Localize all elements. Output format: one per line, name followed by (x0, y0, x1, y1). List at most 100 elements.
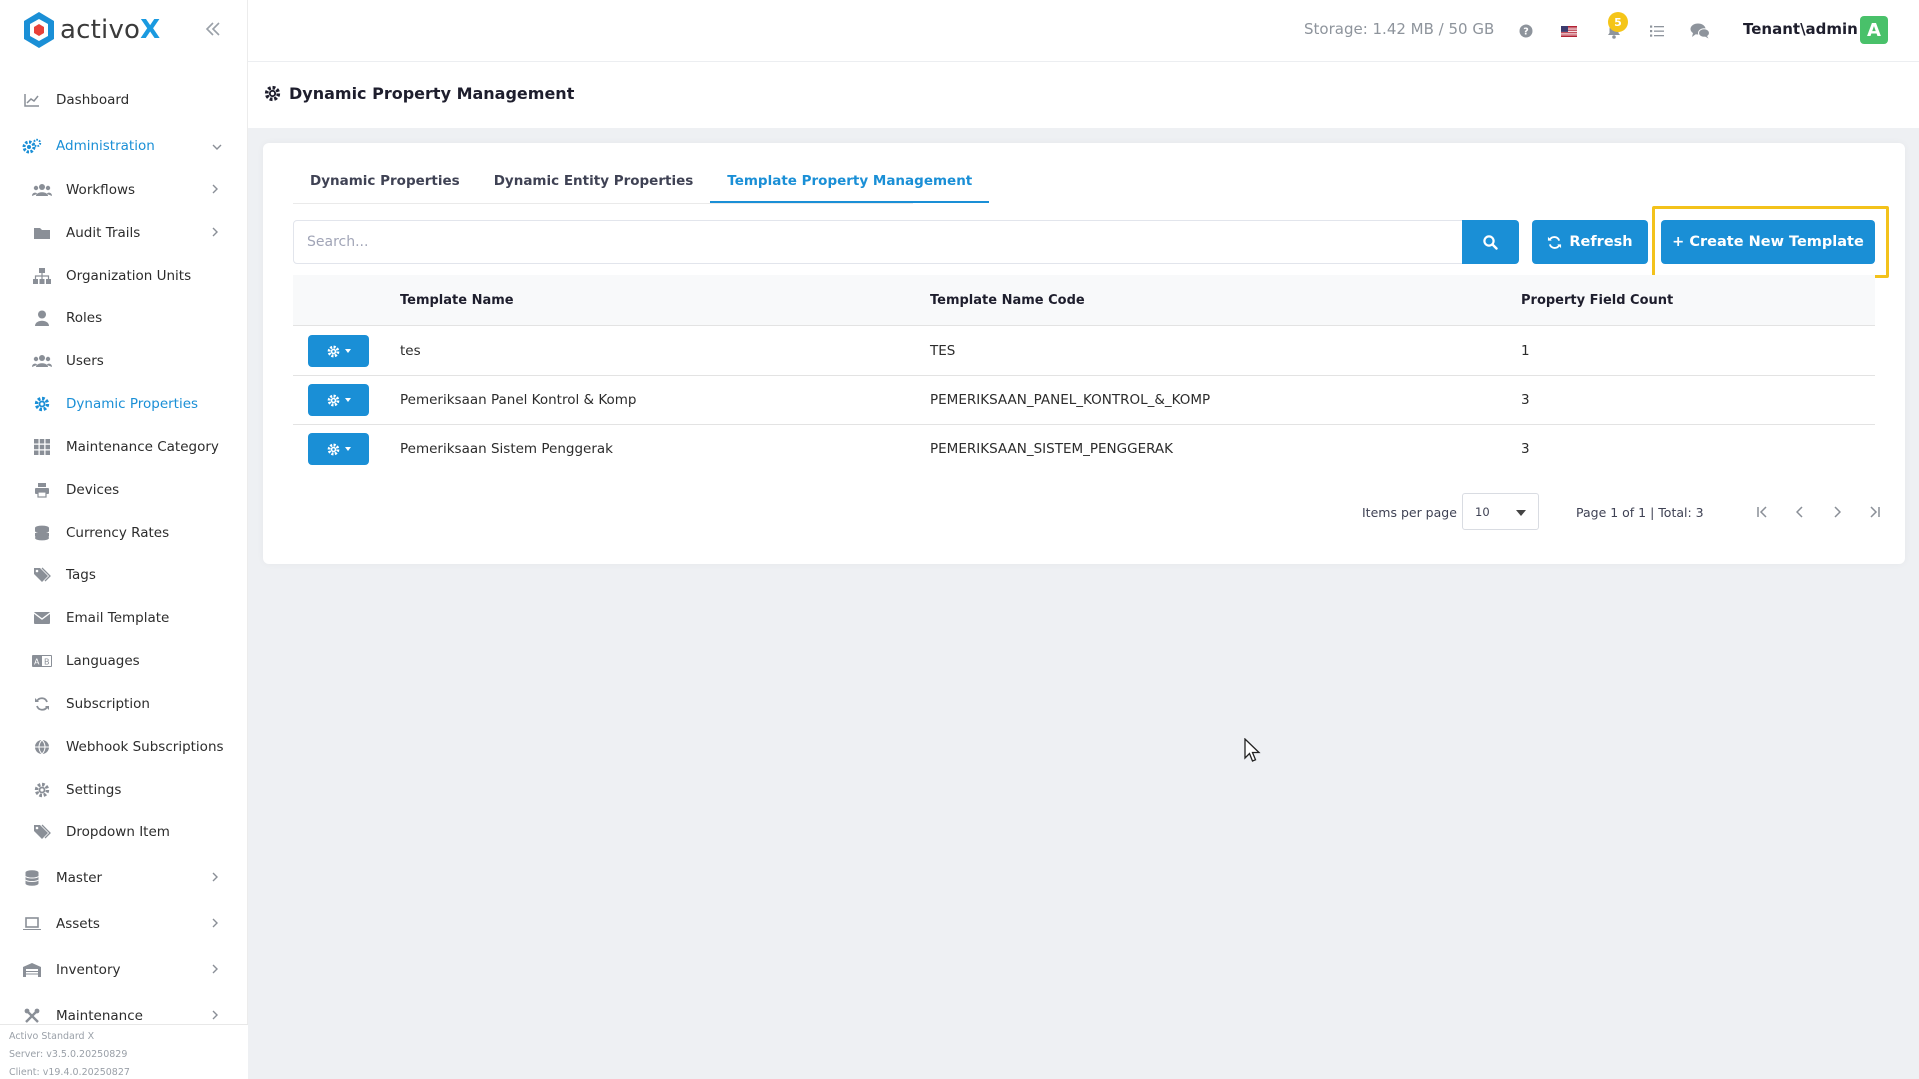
globe-icon (32, 737, 52, 757)
column-header-property-field-count[interactable]: Property Field Count (1521, 293, 1673, 308)
column-header-template-name-code[interactable]: Template Name Code (930, 293, 1085, 308)
sidebar-item-settings[interactable]: Settings (0, 770, 248, 810)
sidebar-item-email-template[interactable]: Email Template (0, 598, 248, 638)
user-tie-icon (32, 308, 52, 328)
sidebar-item-workflows[interactable]: Workflows (0, 170, 248, 210)
sidebar-item-currency-rates[interactable]: Currency Rates (0, 513, 248, 553)
tab-dynamic-properties[interactable]: Dynamic Properties (293, 173, 477, 203)
sidebar-item-tags[interactable]: Tags (0, 555, 248, 595)
svg-text:?: ? (1523, 27, 1529, 38)
template-code-cell: TES (930, 343, 956, 359)
sidebar-item-master[interactable]: Master (0, 858, 248, 898)
caret-down-icon (344, 398, 351, 402)
tab-template-property-management[interactable]: Template Property Management (710, 173, 990, 203)
sidebar-item-dynamic-properties[interactable]: Dynamic Properties (0, 384, 248, 424)
chevron-right-icon (212, 183, 218, 197)
edition-label: Activo Standard X (9, 1031, 95, 1042)
gear-icon (264, 85, 281, 102)
page-header: Dynamic Property Management (248, 62, 1919, 128)
search-button[interactable] (1462, 220, 1519, 264)
sidebar-item-assets[interactable]: Assets (0, 904, 248, 944)
chevron-right-icon (212, 917, 218, 931)
coins-icon (32, 523, 52, 543)
first-page-icon[interactable] (1751, 501, 1773, 523)
paginator: Items per page 10 Page 1 of 1 | Total: 3 (293, 493, 1880, 533)
items-per-page-value: 10 (1475, 505, 1490, 519)
sidebar-item-users[interactable]: Users (0, 341, 248, 381)
task-list-icon[interactable] (1645, 19, 1669, 43)
last-page-icon[interactable] (1864, 501, 1886, 523)
sidebar-item-devices[interactable]: Devices (0, 470, 248, 510)
previous-page-icon[interactable] (1789, 501, 1811, 523)
double-chevron-left-icon (205, 22, 220, 36)
sidebar-item-organization-units[interactable]: Organization Units (0, 256, 248, 296)
tags-icon (32, 565, 52, 585)
chat-icon[interactable] (1688, 19, 1712, 43)
us-flag-icon[interactable] (1557, 19, 1581, 43)
svg-text:A: A (34, 658, 40, 667)
sitemap-icon (32, 266, 52, 286)
notification-count-badge: 5 (1608, 12, 1628, 32)
folder-icon (32, 223, 52, 243)
collapse-sidebar-button[interactable] (200, 17, 226, 41)
items-per-page-label: Items per page (1362, 505, 1457, 520)
chevron-right-icon (212, 871, 218, 885)
caret-down-icon (344, 349, 351, 353)
version-info: Activo Standard X Server: v3.5.0.2025082… (0, 1024, 248, 1079)
tab-dynamic-entity-properties[interactable]: Dynamic Entity Properties (477, 173, 711, 203)
table-row: Pemeriksaan Sistem Penggerak PEMERIKSAAN… (293, 425, 1875, 474)
sidebar: activoX Dashboard Administration Workflo… (0, 0, 248, 1079)
create-new-template-button[interactable]: + Create New Template (1661, 220, 1875, 264)
language-icon: AB (32, 651, 52, 671)
template-name-cell: Pemeriksaan Panel Kontrol & Komp (400, 392, 637, 408)
server-version: Server: v3.5.0.20250829 (9, 1049, 128, 1060)
tabs-divider (293, 203, 913, 204)
topbar: Storage: 1.42 MB / 50 GB ? 5 Tenant\admi… (248, 0, 1919, 62)
gear-icon (327, 345, 339, 357)
row-actions-button[interactable] (308, 384, 369, 416)
refresh-label: Refresh (1569, 234, 1633, 250)
page-range-label: Page 1 of 1 | Total: 3 (1576, 505, 1704, 520)
chevron-right-icon (212, 226, 218, 240)
template-name-cell: tes (400, 343, 421, 359)
sidebar-item-roles[interactable]: Roles (0, 298, 248, 338)
next-page-icon[interactable] (1826, 501, 1848, 523)
sidebar-item-dropdown-item[interactable]: Dropdown Item (0, 812, 248, 852)
gear-icon (32, 780, 52, 800)
refresh-button[interactable]: Refresh (1532, 220, 1648, 264)
sidebar-item-webhook-subscriptions[interactable]: Webhook Subscriptions (0, 727, 248, 767)
row-actions-button[interactable] (308, 335, 369, 367)
sidebar-item-inventory[interactable]: Inventory (0, 950, 248, 990)
avatar[interactable]: A (1860, 16, 1888, 44)
sidebar-item-subscription[interactable]: Subscription (0, 684, 248, 724)
sidebar-item-audit-trails[interactable]: Audit Trails (0, 213, 248, 253)
users-icon (32, 180, 52, 200)
search-icon (1483, 234, 1498, 250)
caret-down-icon (1516, 510, 1526, 516)
chevron-right-icon (212, 963, 218, 977)
items-per-page-select[interactable]: 10 (1462, 493, 1539, 530)
sidebar-item-languages[interactable]: AB Languages (0, 641, 248, 681)
svg-text:B: B (44, 658, 50, 667)
sidebar-item-maintenance-category[interactable]: Maintenance Category (0, 427, 248, 467)
column-header-template-name[interactable]: Template Name (400, 293, 514, 308)
search-input[interactable] (293, 220, 1463, 264)
current-user[interactable]: Tenant\admin (1743, 20, 1858, 38)
help-icon[interactable]: ? (1514, 19, 1538, 43)
field-count-cell: 3 (1521, 392, 1530, 408)
gear-icon (327, 394, 339, 406)
printer-icon (32, 480, 52, 500)
content-card: Dynamic Properties Dynamic Entity Proper… (263, 143, 1905, 564)
tools-icon (22, 1006, 42, 1026)
row-actions-button[interactable] (308, 433, 369, 465)
tab-bar: Dynamic Properties Dynamic Entity Proper… (293, 173, 990, 203)
chart-line-icon (22, 90, 42, 110)
client-version: Client: v19.4.0.20250827 (9, 1067, 130, 1078)
field-count-cell: 3 (1521, 441, 1530, 457)
sidebar-item-dashboard[interactable]: Dashboard (0, 80, 248, 120)
sidebar-item-administration[interactable]: Administration (0, 126, 248, 166)
page-title: Dynamic Property Management (289, 84, 575, 103)
template-name-cell: Pemeriksaan Sistem Penggerak (400, 441, 613, 457)
table-header: Template Name Template Name Code Propert… (293, 275, 1875, 326)
page-title-wrap: Dynamic Property Management (264, 84, 574, 103)
